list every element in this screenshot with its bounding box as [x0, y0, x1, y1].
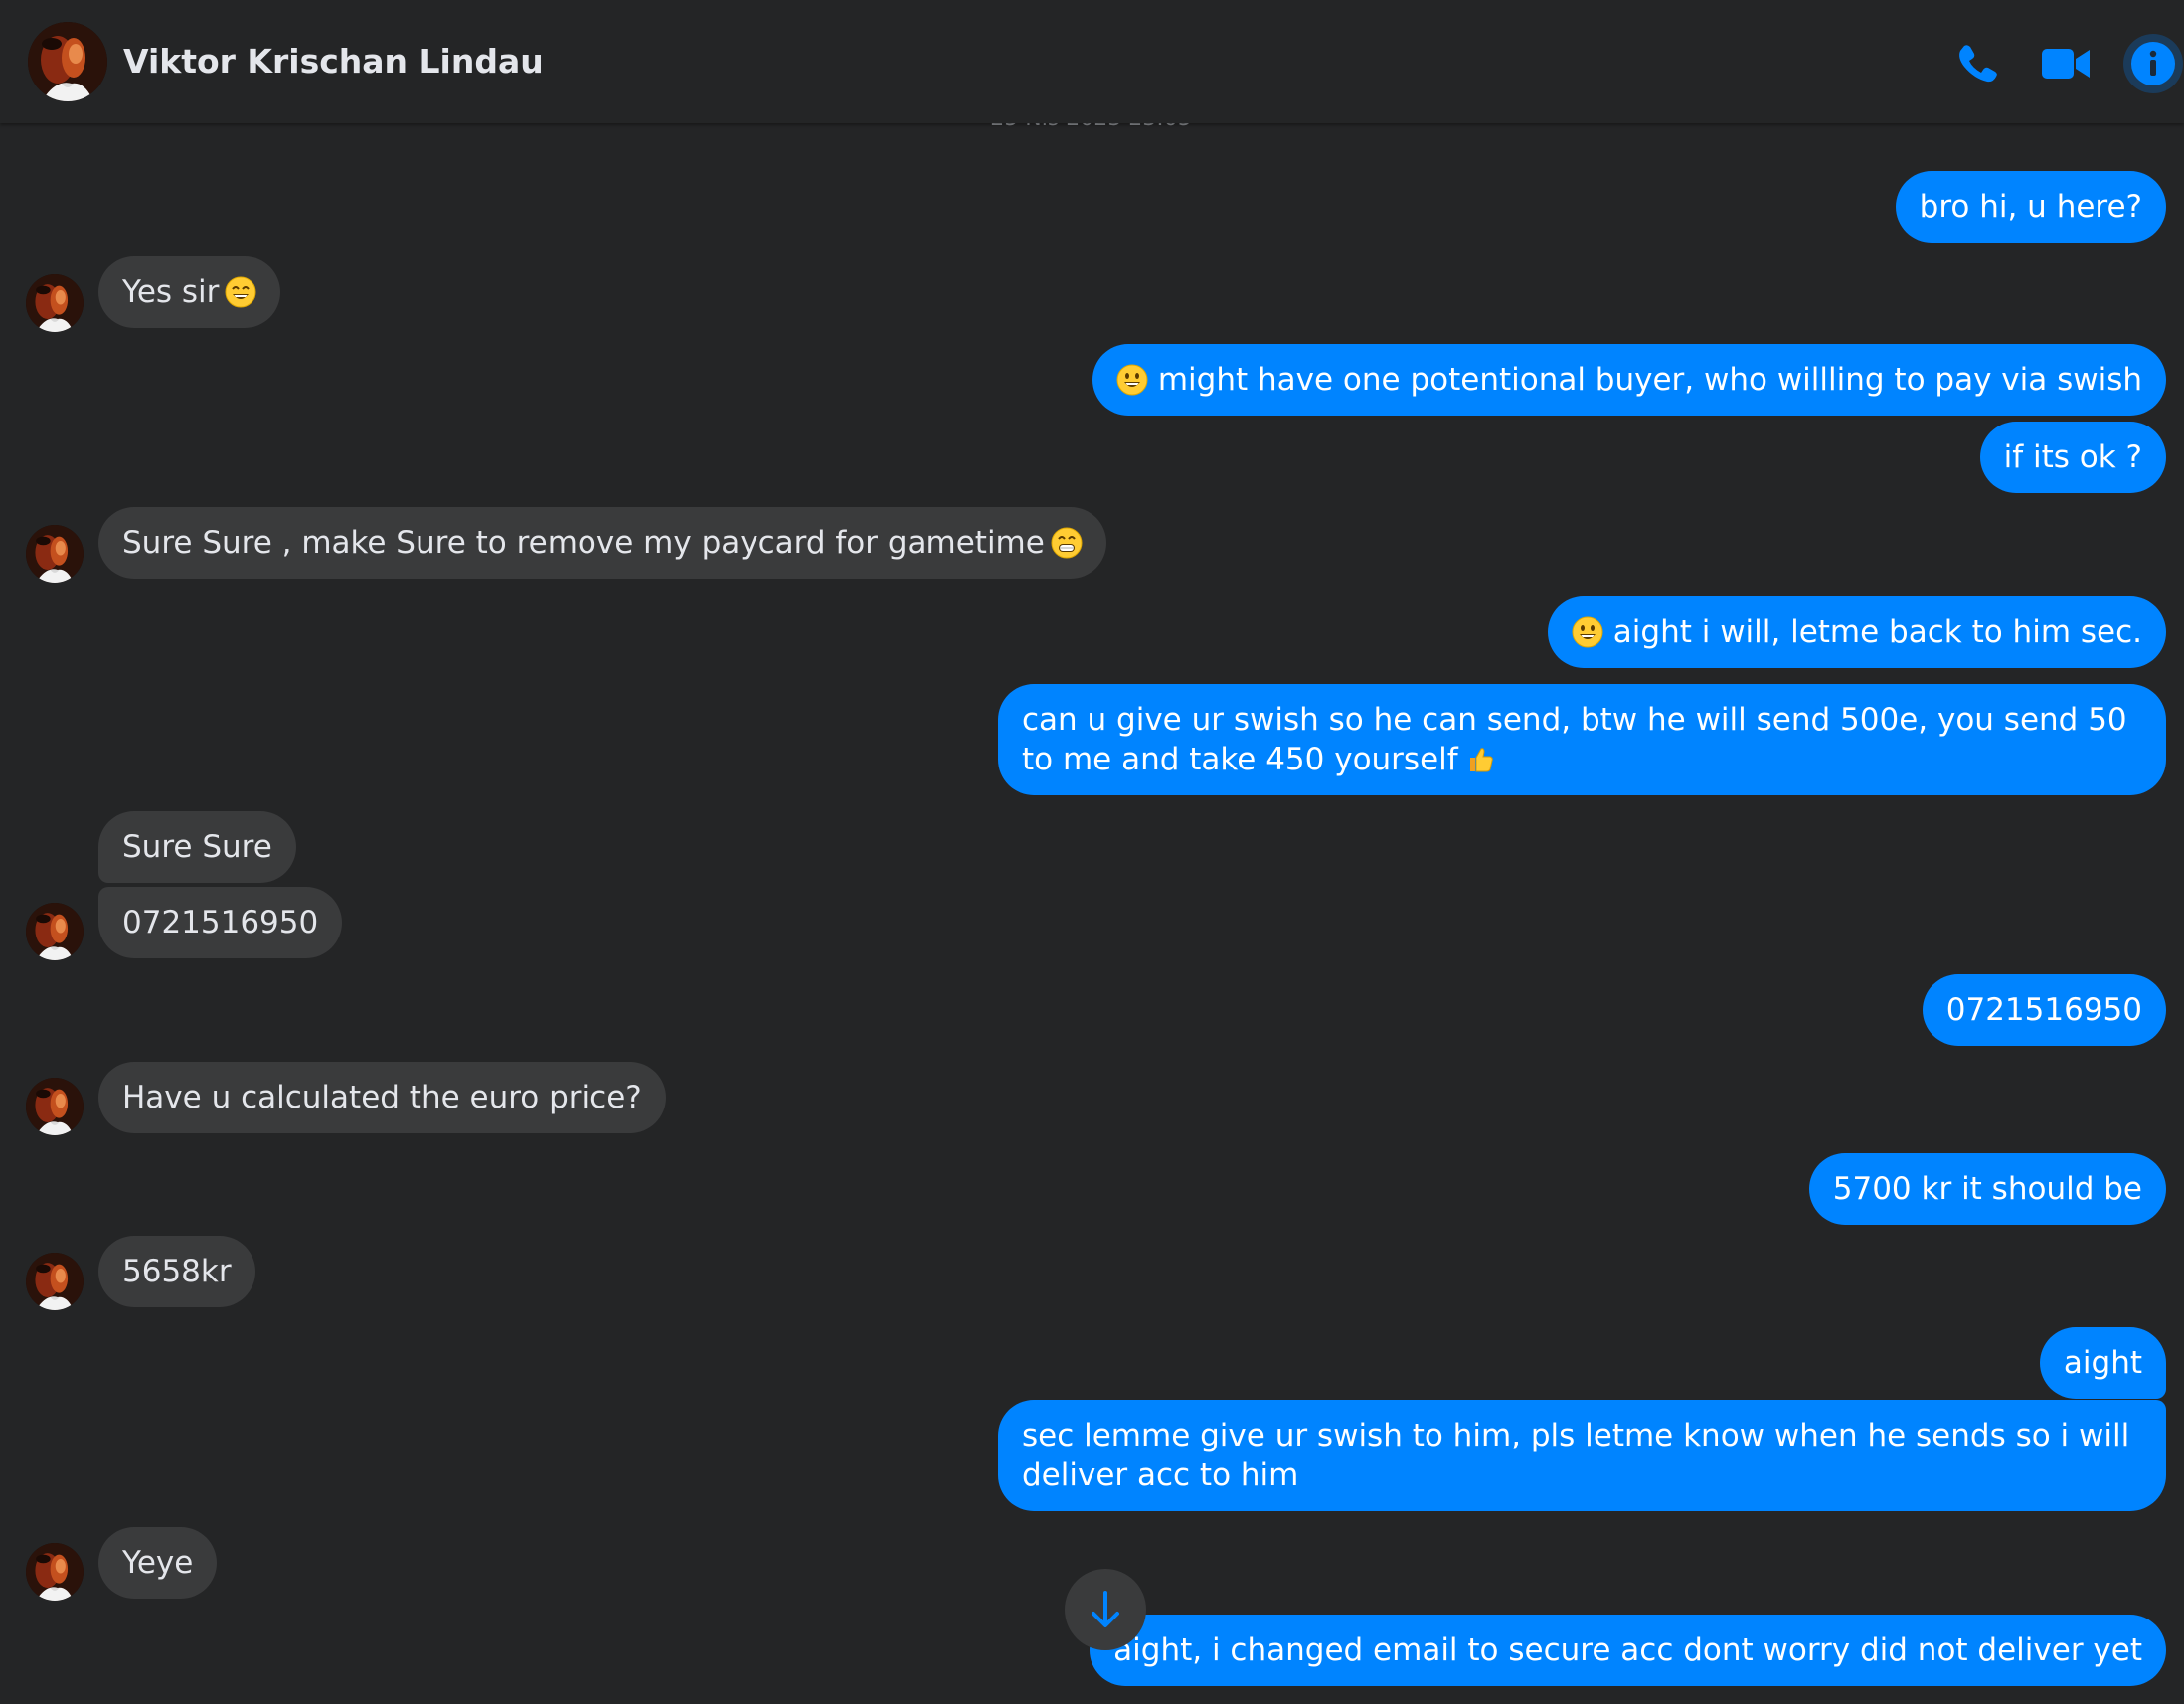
- message-outgoing[interactable]: 5700 kr it should be: [1808, 1153, 2166, 1225]
- message-text: aight, i changed email to secure acc don…: [1113, 1632, 2142, 1668]
- thumbs-up-emoji-icon: [1464, 744, 1496, 775]
- message-incoming[interactable]: Have u calculated the euro price?: [98, 1062, 666, 1133]
- message-incoming[interactable]: 5658kr: [98, 1236, 255, 1307]
- info-icon[interactable]: [2122, 33, 2184, 94]
- contact-message-avatar[interactable]: [26, 1078, 84, 1135]
- message-outgoing[interactable]: aight i will, letme back to him sec.: [1547, 596, 2166, 668]
- message-text: Have u calculated the euro price?: [122, 1080, 642, 1115]
- message-outgoing[interactable]: can u give ur swish so he can send, btw …: [998, 684, 2166, 795]
- message-text: sec lemme give ur swish to him, pls letm…: [1022, 1418, 2130, 1493]
- message-text: might have one potentional buyer, who wi…: [1157, 362, 2142, 398]
- scroll-to-bottom-button[interactable]: [1065, 1569, 1146, 1650]
- beaming-emoji-icon: [1051, 527, 1083, 559]
- message-outgoing[interactable]: sec lemme give ur swish to him, pls letm…: [998, 1400, 2166, 1511]
- message-incoming[interactable]: Yes sir: [98, 256, 281, 328]
- contact-message-avatar[interactable]: [26, 1543, 84, 1601]
- message-text: bro hi, u here?: [1919, 189, 2142, 225]
- grinning-smiling-eyes-emoji-icon: [225, 276, 256, 308]
- contact-message-avatar[interactable]: [26, 274, 84, 332]
- message-incoming[interactable]: 0721516950: [98, 887, 343, 958]
- message-text: Sure Sure: [122, 829, 272, 865]
- contact-message-avatar[interactable]: [26, 525, 84, 583]
- message-outgoing[interactable]: if its ok ?: [1979, 422, 2166, 493]
- message-text: can u give ur swish so he can send, btw …: [1022, 702, 2127, 777]
- contact-name[interactable]: Viktor Krischan Lindau: [123, 42, 544, 81]
- message-incoming[interactable]: Yeye: [98, 1527, 218, 1599]
- message-text: Sure Sure , make Sure to remove my payca…: [122, 525, 1045, 561]
- message-text: Yes sir: [122, 274, 220, 310]
- message-text: 0721516950: [1945, 992, 2142, 1028]
- message-outgoing[interactable]: 0721516950: [1922, 974, 2166, 1046]
- message-text: 0721516950: [122, 905, 319, 940]
- message-text: 5658kr: [122, 1254, 232, 1289]
- message-outgoing[interactable]: bro hi, u here?: [1895, 171, 2166, 243]
- grinning-emoji-icon: [1116, 364, 1148, 396]
- message-incoming[interactable]: Sure Sure , make Sure to remove my payca…: [98, 507, 1106, 579]
- contact-message-avatar[interactable]: [26, 1253, 84, 1310]
- conversation-header: Viktor Krischan Lindau: [0, 0, 2184, 123]
- message-text: 5700 kr it should be: [1832, 1171, 2142, 1207]
- contact-message-avatar[interactable]: [26, 903, 84, 960]
- arrow-down-icon: [1092, 1591, 1119, 1627]
- message-outgoing[interactable]: might have one potentional buyer, who wi…: [1092, 344, 2166, 416]
- phone-icon[interactable]: [1950, 36, 2006, 91]
- message-incoming[interactable]: Sure Sure: [98, 811, 296, 883]
- message-text: if its ok ?: [2003, 439, 2142, 475]
- message-outgoing[interactable]: aight, i changed email to secure acc don…: [1090, 1615, 2166, 1686]
- contact-avatar[interactable]: [28, 22, 107, 101]
- message-text: Yeye: [122, 1545, 194, 1581]
- grinning-emoji-icon: [1572, 616, 1603, 648]
- message-outgoing[interactable]: aight: [2039, 1327, 2166, 1399]
- message-text: aight i will, letme back to him sec.: [1612, 614, 2142, 650]
- message-text: aight: [2063, 1345, 2142, 1381]
- video-camera-icon[interactable]: [2038, 36, 2094, 91]
